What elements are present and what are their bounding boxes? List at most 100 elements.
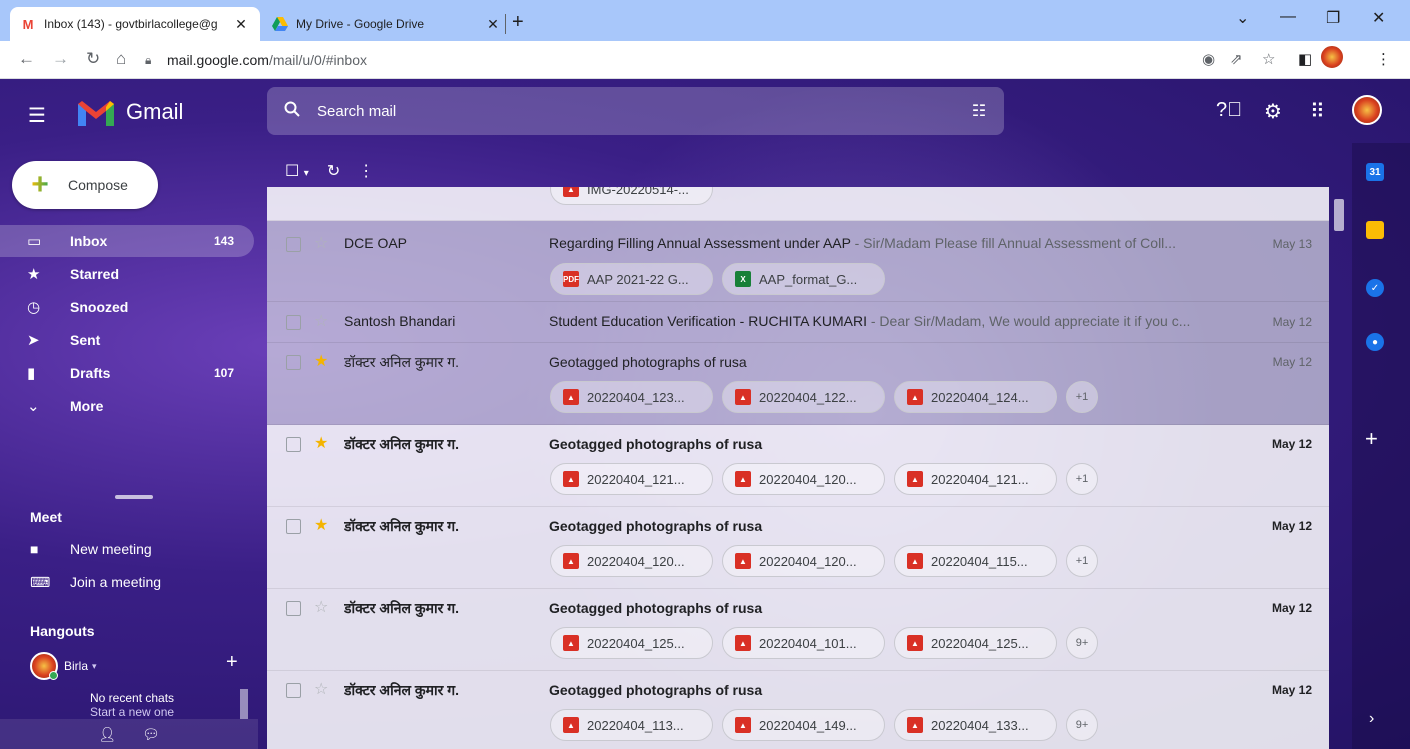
get-addons-plus-icon[interactable]: + (1365, 426, 1378, 452)
more-attachments-chip[interactable]: +1 (1066, 463, 1098, 495)
email-row[interactable]: ☆ डॉक्टर अनिल कुमार ग. Geotagged photogr… (267, 589, 1329, 671)
star-icon[interactable]: ★ (314, 354, 328, 370)
side-panel-icon[interactable]: ◧ (1298, 50, 1312, 68)
row-checkbox[interactable] (286, 519, 301, 534)
more-attachments-chip[interactable]: +1 (1066, 381, 1098, 413)
sidebar-item-more[interactable]: ⌄ More (0, 390, 254, 422)
search-options-icon[interactable]: ☷ (954, 101, 1004, 121)
close-tab-icon[interactable]: ✕ (484, 16, 502, 33)
help-icon[interactable]: ?⃝ (1216, 99, 1242, 122)
row-checkbox[interactable] (286, 683, 301, 698)
tab-search-icon[interactable]: ⌄ (1236, 8, 1249, 28)
caret-down-icon[interactable]: ▾ (304, 168, 309, 179)
row-checkbox[interactable] (286, 601, 301, 616)
apps-grid-icon[interactable]: ⠿ (1310, 99, 1325, 124)
email-row[interactable]: ☆ DCE OAP Regarding Filling Annual Asses… (267, 221, 1329, 302)
email-row[interactable]: ★ डॉक्टर अनिल कुमार ग. Geotagged photogr… (267, 507, 1329, 589)
tasks-icon[interactable]: ✓ (1366, 279, 1384, 297)
close-window-button[interactable]: ✕ (1372, 8, 1385, 28)
restore-button[interactable]: ❐ (1326, 8, 1340, 28)
keep-icon[interactable] (1366, 221, 1384, 239)
star-icon[interactable]: ☆ (314, 682, 328, 698)
sidebar-item-snoozed[interactable]: ◷ Snoozed (0, 291, 254, 323)
tab-gmail[interactable]: M Inbox (143) - govtbirlacollege@g ✕ (10, 7, 260, 41)
attachment-chip[interactable]: ▲ 20220404_120... (722, 463, 885, 495)
chevron-right-icon[interactable]: › (1369, 710, 1374, 728)
forward-icon[interactable]: → (52, 49, 69, 69)
more-actions-icon[interactable]: ⋮ (358, 161, 374, 181)
refresh-icon[interactable]: ↻ (327, 161, 340, 181)
eye-icon[interactable]: ◉ (1202, 50, 1215, 68)
attachment-chip[interactable]: ▲ 20220404_115... (894, 545, 1057, 577)
row-checkbox[interactable] (286, 355, 301, 370)
sidebar-item-drafts[interactable]: ▮ Drafts 107 (0, 357, 254, 389)
home-icon[interactable]: ⌂ (116, 49, 126, 69)
attachment-chip[interactable]: ▲ 20220404_124... (894, 381, 1057, 413)
close-tab-icon[interactable]: ✕ (232, 16, 250, 33)
star-icon[interactable]: ☆ (314, 314, 328, 330)
attachment-chip[interactable]: ▲ 20220404_101... (722, 627, 885, 659)
new-chat-plus-icon[interactable]: + (226, 651, 238, 674)
attachment-chip[interactable]: ▲ 20220404_120... (722, 545, 885, 577)
compose-button[interactable]: + Compose (12, 161, 158, 209)
star-icon[interactable]: ☆ (314, 236, 328, 252)
search-icon[interactable] (267, 101, 317, 122)
email-row[interactable]: ☆ Santosh Bhandari Student Education Ver… (267, 302, 1329, 343)
sidebar-item-sent[interactable]: ➤ Sent (0, 324, 254, 356)
hangouts-scrollbar[interactable] (240, 689, 248, 719)
more-attachments-chip[interactable]: +1 (1066, 545, 1098, 577)
row-checkbox[interactable] (286, 315, 301, 330)
bookmark-star-icon[interactable]: ☆ (1262, 50, 1275, 68)
chat-bubble-icon[interactable]: 💬︎ (142, 726, 160, 743)
star-icon[interactable]: ★ (314, 436, 328, 452)
minimize-button[interactable]: — (1280, 8, 1296, 26)
hangouts-user[interactable]: Birla ▾ (30, 652, 97, 680)
resize-handle[interactable] (115, 495, 153, 499)
person-icon[interactable]: 👤︎ (98, 726, 116, 743)
attachment-chip[interactable]: ▲ 20220404_125... (894, 627, 1057, 659)
attachment-chip[interactable]: ▲ IMG-20220514-... (550, 187, 713, 205)
select-all-checkbox[interactable]: ☐ ▾ (285, 161, 309, 181)
attachment-chip[interactable]: PDF AAP 2021-22 G... (550, 263, 713, 295)
email-list-scrollbar[interactable] (1334, 199, 1344, 231)
share-icon[interactable]: ⇗ (1230, 50, 1243, 68)
attachment-chip[interactable]: ▲ 20220404_120... (550, 545, 713, 577)
contacts-icon[interactable]: ● (1366, 333, 1384, 351)
main-menu-icon[interactable]: ☰ (28, 103, 46, 128)
attachment-chip[interactable]: ▲ 20220404_121... (894, 463, 1057, 495)
star-icon[interactable]: ☆ (314, 600, 328, 616)
join-meeting-item[interactable]: ⌨ Join a meeting (0, 567, 254, 597)
row-checkbox[interactable] (286, 437, 301, 452)
sidebar-item-inbox[interactable]: ▭ Inbox 143 (0, 225, 254, 257)
more-menu-icon[interactable]: ⋮ (1376, 50, 1391, 68)
row-checkbox[interactable] (286, 237, 301, 252)
star-icon[interactable]: ★ (314, 518, 328, 534)
back-icon[interactable]: ← (18, 49, 35, 69)
search-bar[interactable]: Search mail ☷ (267, 87, 1004, 135)
email-row[interactable]: ☆ डॉक्टर अनिल कुमार ग. Geotagged photogr… (267, 671, 1329, 749)
sidebar-item-starred[interactable]: ★ Starred (0, 258, 254, 290)
new-meeting-item[interactable]: ■ New meeting (0, 534, 254, 564)
address-bar[interactable]: 🔒︎ mail.google.com/mail/u/0/#inbox (145, 46, 1255, 74)
start-new-link[interactable]: Start a new one (90, 705, 174, 719)
settings-gear-icon[interactable]: ⚙ (1264, 99, 1282, 124)
new-tab-button[interactable]: + (512, 12, 524, 32)
attachment-chip[interactable]: ▲ 20220404_125... (550, 627, 713, 659)
attachment-chip[interactable]: ▲ 20220404_149... (722, 709, 885, 741)
attachment-chip[interactable]: ▲ 20220404_122... (722, 381, 885, 413)
attachment-chip[interactable]: ▲ 20220404_123... (550, 381, 713, 413)
tab-drive[interactable]: My Drive - Google Drive ✕ (262, 7, 512, 41)
email-row[interactable]: ★ डॉक्टर अनिल कुमार ग. Geotagged photogr… (267, 343, 1329, 425)
reload-icon[interactable]: ↻ (86, 49, 100, 69)
attachment-chip[interactable]: X AAP_format_G... (722, 263, 885, 295)
account-avatar[interactable] (1352, 95, 1382, 125)
profile-avatar[interactable] (1320, 45, 1344, 69)
calendar-icon[interactable]: 31 (1366, 163, 1384, 181)
attachment-chip[interactable]: ▲ 20220404_121... (550, 463, 713, 495)
more-attachments-chip[interactable]: 9+ (1066, 627, 1098, 659)
more-attachments-chip[interactable]: 9+ (1066, 709, 1098, 741)
search-input[interactable]: Search mail (317, 103, 954, 120)
attachment-chip[interactable]: ▲ 20220404_133... (894, 709, 1057, 741)
attachment-chip[interactable]: ▲ 20220404_113... (550, 709, 713, 741)
email-row[interactable]: ★ डॉक्टर अनिल कुमार ग. Geotagged photogr… (267, 425, 1329, 507)
